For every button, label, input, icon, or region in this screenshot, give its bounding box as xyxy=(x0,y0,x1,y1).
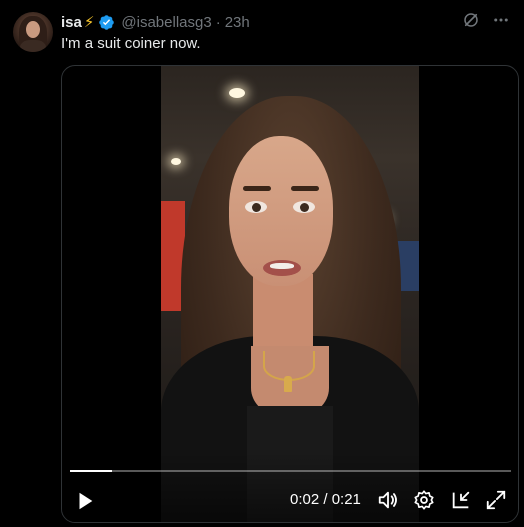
volume-icon[interactable] xyxy=(377,489,399,511)
grok-icon[interactable] xyxy=(462,11,480,29)
tweet-text: I'm a suit coiner now. xyxy=(61,35,201,52)
progress-fill xyxy=(70,470,112,472)
pip-icon[interactable] xyxy=(450,489,472,511)
play-icon[interactable] xyxy=(74,490,96,512)
progress-bar[interactable] xyxy=(70,470,511,472)
verified-badge-icon xyxy=(99,14,115,30)
author-name[interactable]: isa xyxy=(61,14,82,31)
more-icon[interactable] xyxy=(492,11,510,29)
avatar[interactable] xyxy=(13,12,53,52)
lightning-emoji: ⚡ xyxy=(83,14,95,31)
tweet-actions xyxy=(462,11,510,29)
video-player[interactable]: 0:02 / 0:21 xyxy=(61,65,519,523)
fullscreen-icon[interactable] xyxy=(485,489,507,511)
author-handle[interactable]: @isabellasg3 xyxy=(121,14,211,31)
timestamp[interactable]: 23h xyxy=(225,14,250,31)
tweet: isa ⚡ @isabellasg3 · 23h I'm a suit coin… xyxy=(0,0,524,527)
separator-dot: · xyxy=(215,13,221,31)
tweet-header: isa ⚡ @isabellasg3 · 23h xyxy=(61,12,250,32)
settings-icon[interactable] xyxy=(413,489,435,511)
video-timecode: 0:02 / 0:21 xyxy=(290,491,361,508)
